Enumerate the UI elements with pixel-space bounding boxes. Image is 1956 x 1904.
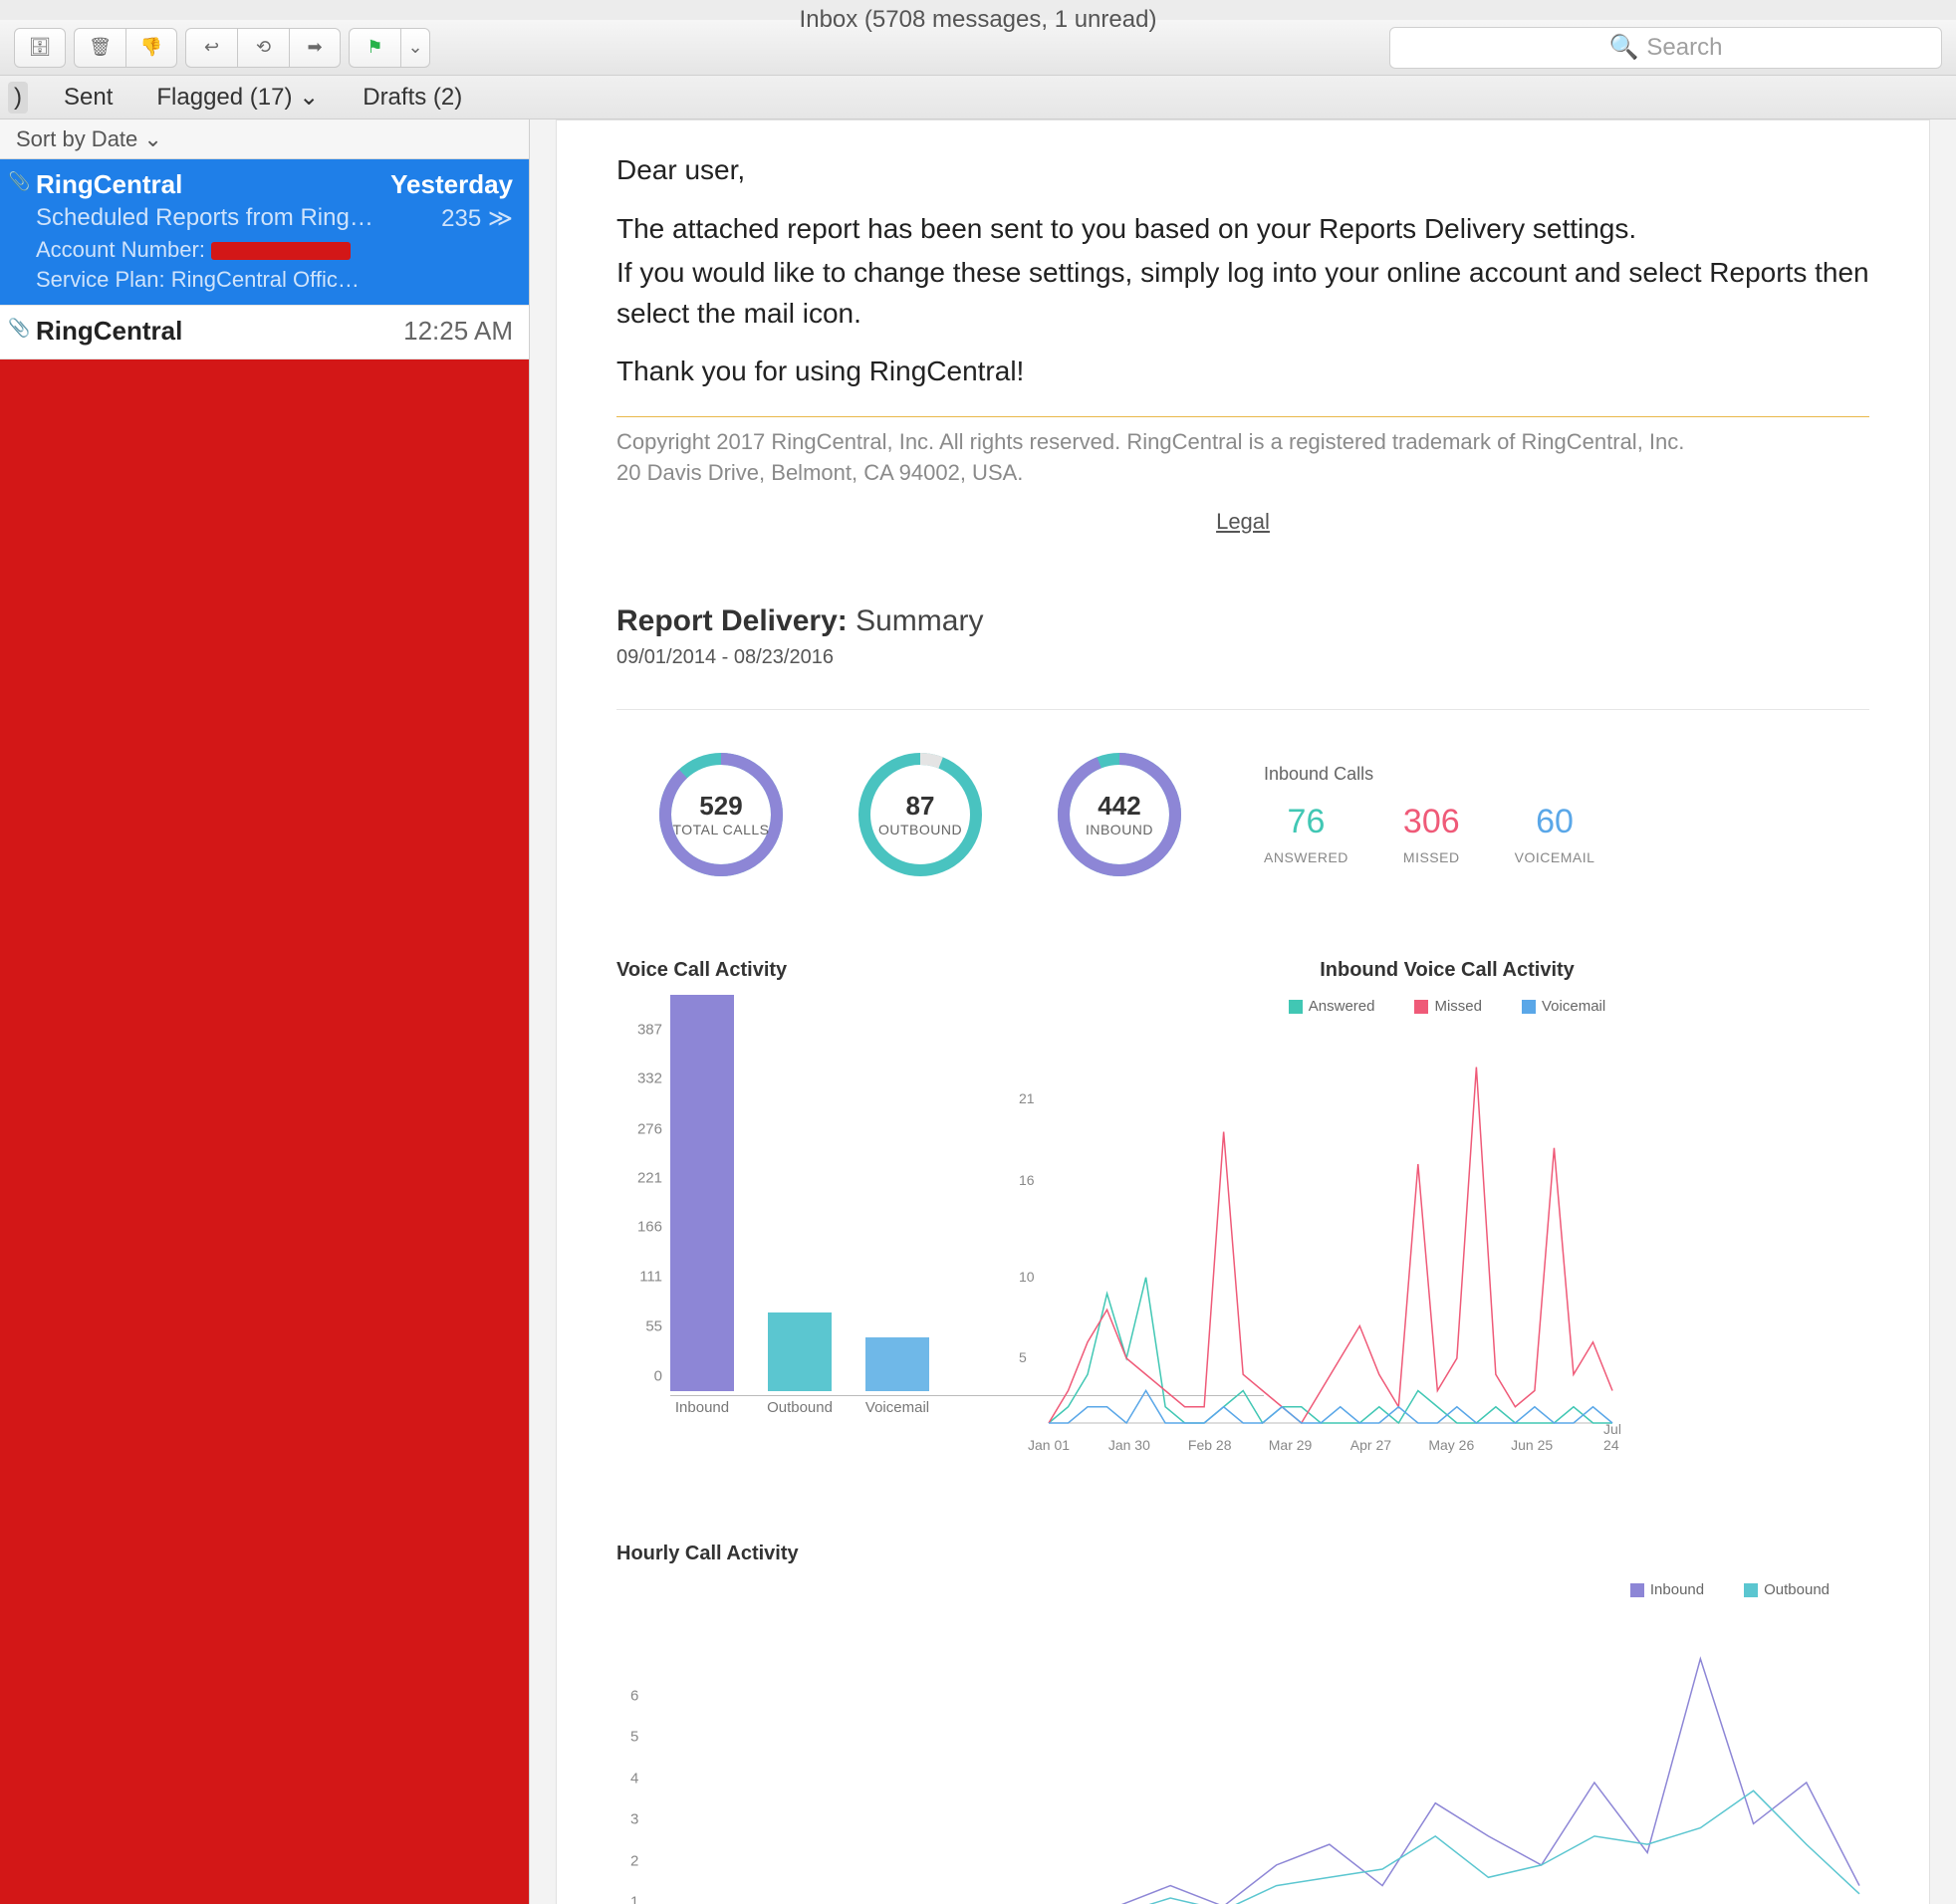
- forward-icon: ➡: [307, 37, 322, 58]
- message-preview-line: Account Number:: [36, 237, 513, 263]
- hourly-call-activity-chart: Hourly Call Activity Inbound Outbound 12…: [616, 1543, 1869, 1904]
- chevron-down-icon: ⌄: [407, 37, 422, 58]
- email-footer: Copyright 2017 RingCentral, Inc. All rig…: [616, 427, 1869, 489]
- reply-all-icon: ⟲: [256, 37, 271, 58]
- chart-title: Hourly Call Activity: [616, 1543, 1869, 1565]
- search-placeholder: Search: [1646, 34, 1722, 62]
- message-badge: 235 ≫: [441, 204, 513, 233]
- reply-all-button[interactable]: ⟲: [237, 28, 289, 68]
- email-paragraph: The attached report has been sent to you…: [616, 209, 1869, 250]
- search-icon: 🔍: [1609, 33, 1639, 62]
- summary-donut: 529TOTAL CALLS: [656, 750, 786, 879]
- email-greeting: Dear user,: [616, 150, 1869, 191]
- summary-donut: 442INBOUND: [1055, 750, 1184, 879]
- window-title: Inbox (5708 messages, 1 unread): [0, 0, 1956, 20]
- redacted-block: [0, 359, 529, 1904]
- message-time: 12:25 AM: [403, 316, 513, 347]
- mailbox-tabs: ) Sent Flagged (17) ⌄ Drafts (2): [0, 76, 1956, 119]
- junk-button[interactable]: 👎: [125, 28, 177, 68]
- voice-call-activity-chart: Voice Call Activity 05511116622127633238…: [616, 959, 995, 1453]
- report-date-range: 09/01/2014 - 08/23/2016: [616, 646, 1869, 669]
- chart-title: Inbound Voice Call Activity: [1025, 959, 1869, 982]
- summary-stats-row: 529TOTAL CALLS 87OUTBOUND 442INBOUND Inb…: [616, 750, 1869, 879]
- message-preview-line: Service Plan: RingCentral Offic…: [36, 267, 513, 293]
- mailbox-tab-sent[interactable]: Sent: [56, 80, 121, 116]
- summary-donut: 87OUTBOUND: [856, 750, 985, 879]
- report-title: Report Delivery: Summary: [616, 604, 1869, 638]
- flag-icon: ⚑: [367, 37, 382, 58]
- chart-legend: Answered Missed Voicemail: [1025, 998, 1869, 1015]
- inbound-voice-call-activity-chart: Inbound Voice Call Activity Answered Mis…: [1025, 959, 1869, 1453]
- report-section: Report Delivery: Summary 09/01/2014 - 08…: [616, 604, 1869, 1904]
- message-list-item[interactable]: 📎 RingCentral Yesterday Scheduled Report…: [0, 159, 529, 306]
- archive-icon: 🗄: [29, 37, 52, 58]
- trash-icon: 🗑: [89, 37, 112, 58]
- archive-button[interactable]: 🗄: [14, 28, 66, 68]
- reply-icon: ↩: [204, 37, 219, 58]
- message-sender: RingCentral: [36, 316, 182, 347]
- attachment-icon: 📎: [8, 318, 30, 339]
- redacted-block: [211, 242, 351, 260]
- mailbox-tab-drafts[interactable]: Drafts (2): [355, 80, 470, 116]
- forward-button[interactable]: ➡: [289, 28, 341, 68]
- sort-control[interactable]: Sort by Date ⌄: [0, 119, 529, 159]
- message-content-pane: Dear user, The attached report has been …: [530, 119, 1956, 1904]
- attachment-icon: 📎: [8, 171, 30, 192]
- message-sender: RingCentral: [36, 169, 182, 200]
- legal-link[interactable]: Legal: [1216, 509, 1270, 534]
- chart-title: Voice Call Activity: [616, 959, 995, 982]
- flag-button[interactable]: ⚑: [349, 28, 400, 68]
- reply-button[interactable]: ↩: [185, 28, 237, 68]
- email-paragraph: Thank you for using RingCentral!: [616, 352, 1869, 392]
- mailbox-tab-flagged[interactable]: Flagged (17) ⌄: [148, 79, 327, 116]
- message-list-item[interactable]: 📎 RingCentral 12:25 AM: [0, 306, 529, 359]
- chart-bar: Voicemail: [865, 1337, 929, 1416]
- thumbs-down-icon: 👎: [140, 37, 162, 58]
- flag-menu-button[interactable]: ⌄: [400, 28, 430, 68]
- chart-legend: Inbound Outbound: [616, 1581, 1869, 1598]
- chevron-down-icon: ⌄: [143, 126, 161, 152]
- email-paragraph: If you would like to change these settin…: [616, 253, 1869, 334]
- chart-bar: Outbound: [768, 1312, 832, 1415]
- divider: [616, 416, 1869, 417]
- message-time: Yesterday: [390, 169, 513, 200]
- inbound-calls-header: Inbound Calls: [1264, 764, 1594, 785]
- mailbox-tab-inbox-collapsed[interactable]: ): [8, 82, 28, 114]
- inbound-stat: 60VOICEMAIL: [1515, 803, 1595, 865]
- divider: [616, 709, 1869, 710]
- delete-button[interactable]: 🗑: [74, 28, 125, 68]
- search-input[interactable]: 🔍 Search: [1389, 27, 1942, 69]
- email-body: Dear user, The attached report has been …: [616, 150, 1869, 392]
- chart-bar: Inbound: [670, 995, 734, 1415]
- message-subject: Scheduled Reports from Ring…: [36, 204, 373, 233]
- inbound-stat: 76ANSWERED: [1264, 803, 1348, 865]
- inbound-stat: 306MISSED: [1403, 803, 1460, 865]
- chevron-down-icon: ⌄: [299, 84, 319, 111]
- message-list-sidebar: Sort by Date ⌄ 📎 RingCentral Yesterday S…: [0, 119, 530, 1904]
- sort-label: Sort by Date: [16, 126, 137, 152]
